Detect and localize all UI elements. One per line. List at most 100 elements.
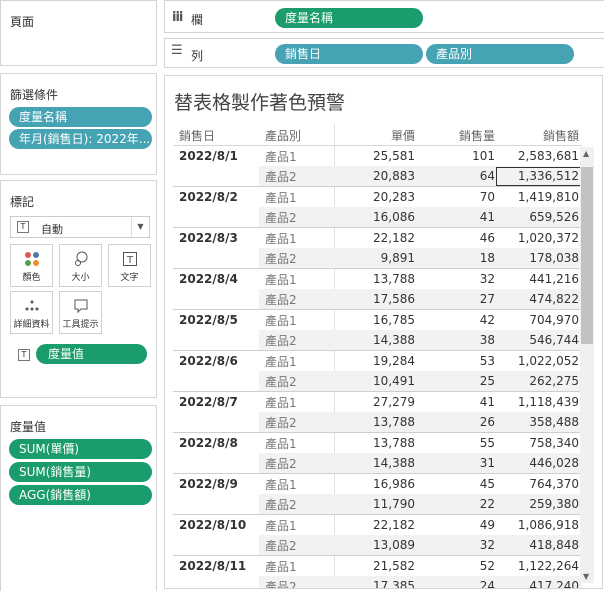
product-cell[interactable]: 產品1 — [259, 269, 343, 290]
amount-cell[interactable]: 704,970 — [495, 310, 582, 331]
qty-cell[interactable]: 101 — [415, 146, 495, 167]
rows-pill-product[interactable]: 產品別 — [426, 44, 574, 64]
product-cell[interactable]: 產品2 — [259, 412, 343, 433]
amount-cell[interactable]: 1,022,052 — [495, 351, 582, 372]
price-cell[interactable]: 19,284 — [343, 351, 415, 372]
header-date[interactable]: 銷售日 — [173, 125, 259, 146]
tooltip-button[interactable]: 工具提示 — [59, 291, 102, 334]
price-cell[interactable]: 16,986 — [343, 474, 415, 495]
amount-cell[interactable]: 259,380 — [495, 494, 582, 515]
amount-cell[interactable]: 1,122,264 — [495, 556, 582, 577]
amount-cell[interactable]: 758,340 — [495, 433, 582, 454]
rows-shelf[interactable]: ☰ 列 銷售日 產品別 — [164, 38, 604, 68]
amount-cell[interactable]: 1,020,372 — [495, 228, 582, 249]
qty-cell[interactable]: 41 — [415, 207, 495, 228]
product-cell[interactable]: 產品2 — [259, 166, 343, 187]
qty-cell[interactable]: 22 — [415, 494, 495, 515]
amount-cell[interactable]: 446,028 — [495, 453, 582, 474]
product-cell[interactable]: 產品2 — [259, 289, 343, 310]
qty-cell[interactable]: 18 — [415, 248, 495, 269]
marks-pill-measure-values[interactable]: 度量值 — [36, 344, 147, 364]
measure-pill-price[interactable]: SUM(單價) — [9, 439, 152, 459]
color-button[interactable]: 顏色 — [10, 244, 53, 287]
date-cell[interactable]: 2022/8/11 — [173, 556, 259, 577]
price-cell[interactable]: 13,788 — [343, 412, 415, 433]
product-cell[interactable]: 產品2 — [259, 248, 343, 269]
qty-cell[interactable]: 49 — [415, 515, 495, 536]
date-cell[interactable] — [173, 371, 259, 392]
scroll-up-icon[interactable]: ▲ — [583, 149, 589, 158]
date-cell[interactable]: 2022/8/5 — [173, 310, 259, 331]
price-cell[interactable]: 17,385 — [343, 576, 415, 588]
qty-cell[interactable]: 45 — [415, 474, 495, 495]
amount-cell[interactable]: 417,240 — [495, 576, 582, 588]
qty-cell[interactable]: 52 — [415, 556, 495, 577]
product-cell[interactable]: 產品1 — [259, 187, 343, 208]
product-cell[interactable]: 產品1 — [259, 556, 343, 577]
amount-cell[interactable]: 1,086,918 — [495, 515, 582, 536]
price-cell[interactable]: 10,491 — [343, 371, 415, 392]
qty-cell[interactable]: 53 — [415, 351, 495, 372]
price-cell[interactable]: 25,581 — [343, 146, 415, 167]
price-cell[interactable]: 17,586 — [343, 289, 415, 310]
date-cell[interactable]: 2022/8/3 — [173, 228, 259, 249]
amount-cell[interactable]: 178,038 — [495, 248, 582, 269]
amount-cell[interactable]: 2,583,681 — [495, 146, 582, 167]
date-cell[interactable] — [173, 330, 259, 351]
amount-cell[interactable]: 418,848 — [495, 535, 582, 556]
product-cell[interactable]: 產品2 — [259, 576, 343, 588]
amount-cell[interactable]: 441,216 — [495, 269, 582, 290]
product-cell[interactable]: 產品2 — [259, 371, 343, 392]
date-cell[interactable] — [173, 494, 259, 515]
price-cell[interactable]: 13,089 — [343, 535, 415, 556]
header-amount[interactable]: 銷售額 — [495, 125, 582, 146]
detail-button[interactable]: 詳細資料 — [10, 291, 53, 334]
amount-cell[interactable]: 764,370 — [495, 474, 582, 495]
qty-cell[interactable]: 55 — [415, 433, 495, 454]
date-cell[interactable] — [173, 535, 259, 556]
amount-cell[interactable]: 1,336,512 — [495, 166, 582, 187]
rows-pill-sale-date[interactable]: 銷售日 — [275, 44, 423, 64]
filter-pill-year-month[interactable]: 年月(銷售日): 2022年... — [9, 129, 152, 149]
qty-cell[interactable]: 31 — [415, 453, 495, 474]
product-cell[interactable]: 產品1 — [259, 146, 343, 167]
qty-cell[interactable]: 38 — [415, 330, 495, 351]
scroll-down-icon[interactable]: ▼ — [583, 572, 589, 581]
date-cell[interactable] — [173, 289, 259, 310]
qty-cell[interactable]: 41 — [415, 392, 495, 413]
amount-cell[interactable]: 659,526 — [495, 207, 582, 228]
qty-cell[interactable]: 25 — [415, 371, 495, 392]
scrollbar-thumb[interactable] — [581, 167, 593, 344]
qty-cell[interactable]: 26 — [415, 412, 495, 433]
price-cell[interactable]: 20,883 — [343, 166, 415, 187]
size-button[interactable]: 大小 — [59, 244, 102, 287]
product-cell[interactable]: 產品1 — [259, 392, 343, 413]
price-cell[interactable]: 13,788 — [343, 269, 415, 290]
price-cell[interactable]: 16,086 — [343, 207, 415, 228]
price-cell[interactable]: 9,891 — [343, 248, 415, 269]
date-cell[interactable]: 2022/8/8 — [173, 433, 259, 454]
product-cell[interactable]: 產品2 — [259, 535, 343, 556]
qty-cell[interactable]: 32 — [415, 269, 495, 290]
header-qty[interactable]: 銷售量 — [415, 125, 495, 146]
qty-cell[interactable]: 32 — [415, 535, 495, 556]
product-cell[interactable]: 產品2 — [259, 494, 343, 515]
date-cell[interactable]: 2022/8/7 — [173, 392, 259, 413]
price-cell[interactable]: 14,388 — [343, 330, 415, 351]
qty-cell[interactable]: 27 — [415, 289, 495, 310]
header-product[interactable]: 產品別 — [259, 125, 343, 146]
columns-pill-measure-names[interactable]: 度量名稱 — [275, 8, 423, 28]
amount-cell[interactable]: 262,275 — [495, 371, 582, 392]
date-cell[interactable] — [173, 576, 259, 588]
product-cell[interactable]: 產品1 — [259, 474, 343, 495]
qty-cell[interactable]: 42 — [415, 310, 495, 331]
price-cell[interactable]: 16,785 — [343, 310, 415, 331]
product-cell[interactable]: 產品1 — [259, 515, 343, 536]
date-cell[interactable] — [173, 412, 259, 433]
qty-cell[interactable]: 46 — [415, 228, 495, 249]
date-cell[interactable] — [173, 248, 259, 269]
date-cell[interactable]: 2022/8/4 — [173, 269, 259, 290]
qty-cell[interactable]: 24 — [415, 576, 495, 588]
mark-type-dropdown[interactable]: T 自動 ▼ — [10, 216, 150, 238]
price-cell[interactable]: 11,790 — [343, 494, 415, 515]
